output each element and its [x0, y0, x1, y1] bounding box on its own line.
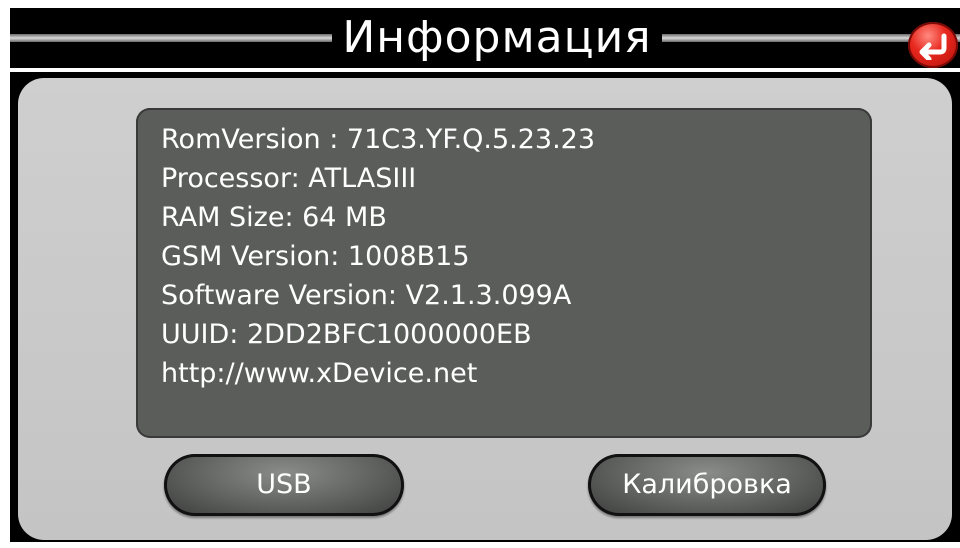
info-ram-size: RAM Size: 64 MB [161, 202, 387, 233]
main-panel: RomVersion : 71C3.YF.Q.5.23.23 Processor… [10, 72, 960, 542]
panel-inner: RomVersion : 71C3.YF.Q.5.23.23 Processor… [18, 78, 952, 540]
info-website: http://www.xDevice.net [161, 358, 478, 389]
info-processor: Processor: ATLASIII [161, 163, 417, 194]
usb-button[interactable]: USB [164, 454, 404, 516]
info-software-version: Software Version: V2.1.3.099A [161, 280, 572, 311]
info-gsm-version: GSM Version: 1008B15 [161, 241, 470, 272]
back-arrow-icon [919, 33, 947, 60]
title-bar: Информация [10, 8, 960, 68]
page-title: Информация [342, 12, 652, 63]
back-button[interactable] [908, 22, 958, 68]
calibration-button[interactable]: Калибровка [588, 454, 826, 516]
device-info-box: RomVersion : 71C3.YF.Q.5.23.23 Processor… [136, 108, 872, 438]
device-info-lines: RomVersion : 71C3.YF.Q.5.23.23 Processor… [161, 120, 862, 393]
info-rom-version: RomVersion : 71C3.YF.Q.5.23.23 [161, 124, 596, 155]
info-uuid: UUID: 2DD2BFC1000000EB [161, 319, 532, 350]
